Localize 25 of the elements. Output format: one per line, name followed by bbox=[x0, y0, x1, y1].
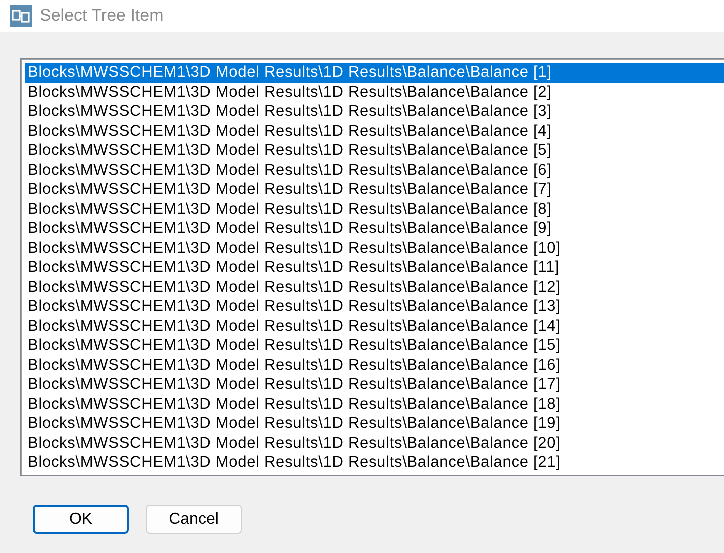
list-item[interactable]: Blocks\MWSSCHEM1\3D Model Results\1D Results\Balance\Balance [3] bbox=[25, 102, 724, 122]
list-item[interactable]: Blocks\MWSSCHEM1\3D Model Results\1D Results\Balance\Balance [21] bbox=[25, 453, 724, 472]
list-item[interactable]: Blocks\MWSSCHEM1\3D Model Results\1D Results\Balance\Balance [13] bbox=[25, 297, 724, 316]
list-item[interactable]: Blocks\MWSSCHEM1\3D Model Results\1D Results\Balance\Balance [2] bbox=[25, 82, 724, 102]
dialog-button[interactable]: OK bbox=[33, 505, 129, 534]
list-item[interactable]: Blocks\MWSSCHEM1\3D Model Results\1D Results\Balance\Balance [14] bbox=[25, 316, 724, 336]
list-item[interactable]: Blocks\MWSSCHEM1\3D Model Results\1D Results\Balance\Balance [18] bbox=[25, 394, 724, 414]
window-title: Select Tree Item bbox=[40, 6, 164, 26]
list-item[interactable]: Blocks\MWSSCHEM1\3D Model Results\1D Results\Balance\Balance [7] bbox=[25, 180, 724, 200]
list-item[interactable]: Blocks\MWSSCHEM1\3D Model Results\1D Results\Balance\Balance [4] bbox=[25, 122, 724, 141]
list-item[interactable]: Blocks\MWSSCHEM1\3D Model Results\1D Results\Balance\Balance [12] bbox=[25, 278, 724, 297]
list-item[interactable]: Blocks\MWSSCHEM1\3D Model Results\1D Results\Balance\Balance [1] bbox=[25, 63, 724, 82]
list-item[interactable]: Blocks\MWSSCHEM1\3D Model Results\1D Results\Balance\Balance [19] bbox=[25, 414, 724, 434]
list-item[interactable]: Blocks\MWSSCHEM1\3D Model Results\1D Results\Balance\Balance [15] bbox=[25, 336, 724, 356]
list-item[interactable]: Blocks\MWSSCHEM1\3D Model Results\1D Results\Balance\Balance [8] bbox=[25, 200, 724, 219]
list-item[interactable]: Blocks\MWSSCHEM1\3D Model Results\1D Results\Balance\Balance [16] bbox=[25, 356, 724, 375]
app-icon bbox=[10, 5, 32, 27]
list-item[interactable]: Blocks\MWSSCHEM1\3D Model Results\1D Results\Balance\Balance [17] bbox=[25, 375, 724, 394]
list-item[interactable]: Blocks\MWSSCHEM1\3D Model Results\1D Results\Balance\Balance [10] bbox=[25, 238, 724, 258]
list-item[interactable]: Blocks\MWSSCHEM1\3D Model Results\1D Results\Balance\Balance [11] bbox=[25, 258, 724, 278]
dialog-button[interactable]: Cancel bbox=[146, 505, 242, 534]
list-item[interactable]: Blocks\MWSSCHEM1\3D Model Results\1D Results\Balance\Balance [5] bbox=[25, 141, 724, 160]
list-item[interactable]: Blocks\MWSSCHEM1\3D Model Results\1D Results\Balance\Balance [20] bbox=[25, 434, 724, 453]
list-item[interactable]: Blocks\MWSSCHEM1\3D Model Results\1D Results\Balance\Balance [6] bbox=[25, 160, 724, 180]
list-item[interactable]: Blocks\MWSSCHEM1\3D Model Results\1D Results\Balance\Balance [9] bbox=[25, 219, 724, 238]
